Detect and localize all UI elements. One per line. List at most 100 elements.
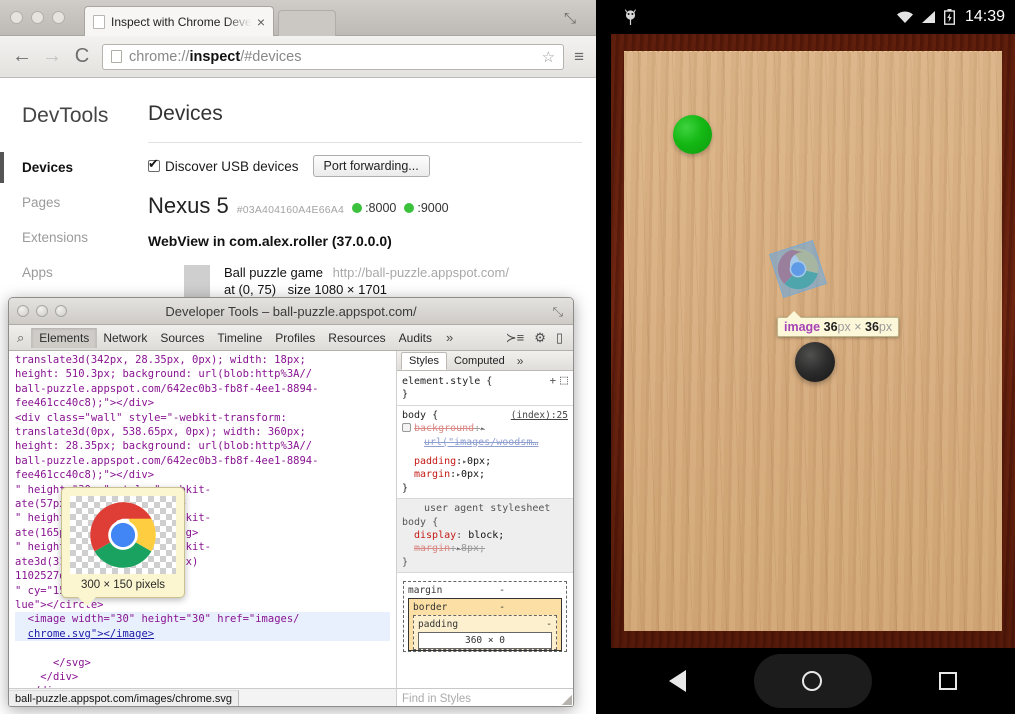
ua-selector: body {	[402, 516, 568, 529]
tab-profiles[interactable]: Profiles	[268, 328, 322, 348]
tab-timeline[interactable]: Timeline	[210, 328, 269, 348]
ua-declaration-display: display: block;	[402, 529, 568, 542]
devtools-window: Developer Tools – ball-puzzle.appspot.co…	[8, 297, 574, 707]
target-position: at (0, 75)	[224, 282, 276, 297]
window-controls[interactable]	[10, 11, 65, 24]
forward-icon[interactable]: →	[42, 45, 62, 68]
box-model-margin[interactable]: margin - border -	[403, 581, 567, 652]
android-robot-icon	[623, 9, 638, 26]
url-suffix: /#devices	[240, 49, 301, 65]
tooltip-tag-name: image	[784, 320, 820, 334]
declaration-background[interactable]: background:▸ url("images/woodsm…	[402, 422, 568, 449]
maximize-window-button[interactable]	[52, 11, 65, 24]
address-bar[interactable]: chrome://inspect/#devices ☆	[102, 44, 564, 70]
tab-computed[interactable]: Computed	[447, 353, 512, 369]
home-circle-icon	[802, 671, 822, 691]
declaration-value[interactable]: 0px;	[461, 469, 485, 480]
nav-back-button[interactable]	[669, 670, 686, 692]
declaration-value: block;	[468, 530, 504, 541]
declaration-value[interactable]: url("images/woodsm…	[424, 437, 538, 448]
tab-resources[interactable]: Resources	[321, 328, 392, 348]
dock-side-icon[interactable]: ▯	[556, 330, 563, 346]
transparency-checkerboard	[70, 496, 176, 574]
screenshot-root: Inspect with Chrome Deve × ⤡ ← → C chrom…	[0, 0, 1015, 714]
close-window-button[interactable]	[17, 305, 29, 317]
element-style-header: element.style { + ⬚	[402, 374, 568, 388]
maximize-window-button[interactable]	[55, 305, 67, 317]
minimize-window-button[interactable]	[36, 305, 48, 317]
bookmark-star-icon[interactable]: ☆	[542, 48, 555, 66]
browser-tab-active[interactable]: Inspect with Chrome Deve ×	[84, 6, 274, 36]
page-icon	[93, 15, 105, 29]
declaration-value[interactable]: 0px;	[467, 456, 491, 467]
reload-icon[interactable]: C	[72, 45, 92, 68]
dom-line: fee461cc40c8);"></div>	[15, 469, 154, 481]
discover-usb-label: Discover USB devices	[165, 159, 299, 174]
declaration-margin[interactable]: margin:▸0px;	[402, 468, 568, 481]
minimize-window-button[interactable]	[31, 11, 44, 24]
more-tabs-icon[interactable]: »	[438, 330, 461, 345]
dom-selected-part-b[interactable]: chrome.svg"></image>	[28, 628, 154, 640]
element-highlight-tooltip: image 36px × 36px	[777, 317, 899, 337]
target-url: http://ball-puzzle.appspot.com/	[333, 265, 509, 280]
dom-line-selected[interactable]: <image width="30" height="30" href="imag…	[15, 612, 390, 641]
ua-declaration-margin: margin:▸8px;	[402, 542, 568, 555]
find-in-styles-input[interactable]: Find in Styles	[397, 688, 573, 707]
box-model-content[interactable]: 360 × 0	[418, 632, 552, 649]
close-icon[interactable]: ×	[257, 15, 265, 29]
battery-charging-icon	[944, 9, 955, 25]
tab-sources[interactable]: Sources	[153, 328, 211, 348]
expand-arrow-icon[interactable]: ▸	[480, 424, 485, 433]
more-panes-icon[interactable]: »	[512, 354, 524, 368]
devtools-window-controls[interactable]	[17, 305, 67, 317]
tab-title: Inspect with Chrome Deve	[111, 15, 251, 29]
discover-usb-checkbox[interactable]: Discover USB devices	[148, 159, 299, 174]
gear-icon[interactable]: ⚙	[534, 330, 546, 346]
declaration-toggle-checkbox[interactable]	[402, 423, 411, 432]
devtools-titlebar: Developer Tools – ball-puzzle.appspot.co…	[9, 298, 573, 325]
elements-dom-tree[interactable]: translate3d(342px, 28.35px, 0px); width:…	[9, 351, 397, 707]
declaration-padding[interactable]: padding:▸0px;	[402, 455, 568, 468]
console-drawer-icon[interactable]: ≻≡	[506, 330, 524, 346]
image-dimensions-label: 300 × 150 pixels	[70, 579, 176, 591]
box-model-padding[interactable]: padding - 360 × 0	[413, 615, 557, 650]
nav-home-button[interactable]	[802, 671, 822, 691]
tab-network[interactable]: Network	[96, 328, 154, 348]
dom-line: </svg>	[53, 657, 91, 669]
ball-puzzle-game-view[interactable]: image 36px × 36px	[611, 34, 1015, 648]
tab-audits[interactable]: Audits	[392, 328, 439, 348]
dark-ball[interactable]	[795, 342, 835, 382]
dom-line: height: 28.35px; background: url(blob:ht…	[15, 440, 312, 452]
box-model-margin-value: -	[499, 585, 505, 596]
tab-elements[interactable]: Elements	[31, 328, 97, 348]
sidebar-item-apps[interactable]: Apps	[0, 255, 148, 290]
dom-line: translate3d(342px, 28.35px, 0px); width:…	[15, 354, 306, 366]
element-style-close: }	[402, 388, 568, 401]
status-dot-icon	[404, 203, 414, 213]
tab-styles[interactable]: Styles	[401, 352, 447, 370]
close-window-button[interactable]	[10, 11, 23, 24]
declaration-property: background	[414, 423, 474, 434]
fullscreen-icon[interactable]: ⤡	[564, 10, 582, 28]
sidebar-item-devices[interactable]: Devices	[0, 150, 148, 185]
element-picker-icon[interactable]: ⬚	[560, 374, 568, 387]
sidebar-item-pages[interactable]: Pages	[0, 185, 148, 220]
resize-handle[interactable]	[562, 695, 572, 705]
sidebar-item-extensions[interactable]: Extensions	[0, 220, 148, 255]
tooltip-height-value: 36	[865, 320, 879, 334]
checkbox-checked-icon[interactable]	[148, 160, 160, 172]
back-icon[interactable]: ←	[12, 45, 32, 68]
port-forwarding-button[interactable]: Port forwarding...	[313, 155, 430, 177]
recents-square-icon	[939, 672, 957, 690]
nav-recents-button[interactable]	[939, 672, 957, 690]
new-tab-button[interactable]	[278, 10, 336, 36]
hamburger-menu-icon[interactable]: ≡	[574, 47, 584, 67]
tooltip-width-unit: px	[838, 320, 851, 334]
search-icon[interactable]: ⌕	[15, 330, 31, 346]
fullscreen-icon[interactable]: ⤡	[553, 304, 563, 320]
green-ball[interactable]	[673, 115, 712, 154]
stylesheet-source-link[interactable]: (index):25	[511, 409, 568, 422]
box-model-border[interactable]: border - padding - 360 × 0	[408, 598, 562, 651]
element-style-selector: element.style {	[402, 375, 492, 388]
add-rule-icon[interactable]: +	[550, 374, 561, 387]
